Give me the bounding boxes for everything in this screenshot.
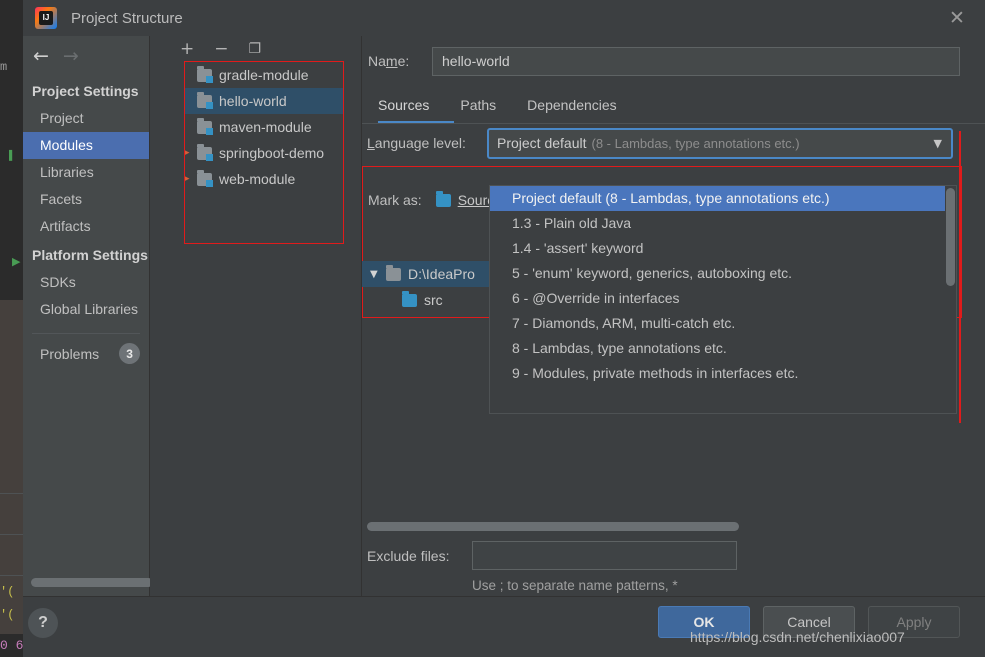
language-level-combobox[interactable]: Project default (8 - Lambdas, type annot… (487, 127, 953, 159)
run-arrow-icon: ▶ (12, 256, 21, 268)
language-level-value: Project default (497, 135, 587, 151)
settings-sidebar: ← → Project Settings Project Modules Lib… (23, 36, 153, 596)
dropdown-scrollbar-thumb[interactable] (946, 188, 955, 286)
sidebar-group-platform-settings: Platform Settings (32, 247, 148, 263)
content-root-folder-icon (386, 264, 401, 281)
sidebar-group-project-settings: Project Settings (32, 83, 139, 99)
exclude-files-row: Exclude files: (362, 541, 737, 570)
expand-triangle-icon: ▸ (185, 122, 197, 132)
modules-panel: + − ❐ ▸ gradle-module ▸ hello-world ▸ (150, 36, 362, 596)
remove-module-button[interactable]: − (214, 40, 228, 58)
sidebar-item-global-libraries[interactable]: Global Libraries (23, 296, 149, 323)
language-level-row: Language level: Project default (8 - Lam… (362, 124, 985, 162)
language-level-label: Language level: (367, 135, 466, 151)
name-input[interactable] (432, 46, 960, 76)
module-label: maven-module (219, 119, 312, 135)
sidebar-item-modules[interactable]: Modules (23, 132, 149, 159)
back-arrow-icon[interactable]: ← (33, 46, 49, 66)
expand-triangle-icon[interactable]: ▸ (185, 174, 197, 184)
sidebar-item-sdks[interactable]: SDKs (23, 269, 149, 296)
sidebar-item-artifacts[interactable]: Artifacts (23, 213, 149, 240)
dropdown-scrollbar-track[interactable] (945, 186, 956, 413)
sidebar-horizontal-scrollbar[interactable] (31, 578, 153, 587)
dropdown-option-1-4[interactable]: 1.4 - 'assert' keyword (490, 236, 956, 261)
watermark: https://blog.csdn.net/chenlixiao007 (690, 629, 905, 645)
sidebar-divider (32, 333, 140, 334)
bg-text-glyph: m (0, 60, 8, 74)
divider (0, 534, 23, 535)
exclude-hint-line-1: Use ; to separate name patterns, * (472, 578, 678, 593)
sidebar-item-label: Problems (40, 345, 100, 362)
tabs-divider (362, 123, 985, 124)
help-button[interactable]: ? (28, 608, 58, 638)
dialog-titlebar: IJ Project Structure ✕ (23, 0, 985, 36)
tab-sources[interactable]: Sources (378, 86, 429, 124)
chevron-down-icon[interactable]: ▼ (934, 137, 942, 150)
exclude-files-label: Exclude files: (367, 547, 450, 564)
expand-triangle-icon: ▸ (185, 70, 197, 80)
module-item-maven-module[interactable]: ▸ maven-module (185, 114, 343, 140)
sidebar-item-problems[interactable]: Problems 3 (23, 340, 149, 367)
sidebar-item-project[interactable]: Project (23, 105, 149, 132)
module-name-row: Name: (362, 36, 985, 86)
sources-folder-icon (435, 190, 451, 207)
expand-triangle-icon: ▸ (185, 96, 197, 106)
tab-dependencies[interactable]: Dependencies (527, 86, 617, 124)
module-label: hello-world (219, 93, 287, 109)
module-item-web-module[interactable]: ▸ web-module (185, 166, 343, 192)
intellij-logo-icon: IJ (35, 7, 57, 29)
dialog-footer: ? OK Cancel Apply (23, 596, 985, 657)
module-label: springboot-demo (219, 145, 325, 161)
language-level-dropdown: Project default (8 - Lambdas, type annot… (489, 185, 957, 414)
module-folder-icon (197, 117, 213, 135)
add-module-button[interactable]: + (180, 40, 194, 58)
module-item-springboot-demo[interactable]: ▸ springboot-demo (185, 140, 343, 166)
console-glyph: '( (0, 585, 15, 599)
name-label: Name: (368, 53, 410, 69)
module-folder-icon (197, 169, 213, 187)
module-label: gradle-module (219, 67, 309, 83)
tree-row-label: D:\IdeaPro (408, 266, 475, 282)
breakpoint-icon: ▌ (9, 150, 16, 160)
module-folder-icon (197, 143, 213, 161)
dialog-title: Project Structure (71, 9, 183, 27)
logo-text: IJ (42, 13, 50, 22)
dropdown-option-1-3[interactable]: 1.3 - Plain old Java (490, 211, 956, 236)
module-tabs: Sources Paths Dependencies (362, 86, 985, 124)
copy-module-button[interactable]: ❐ (249, 42, 262, 56)
sidebar-item-facets[interactable]: Facets (23, 186, 149, 213)
dropdown-option-5[interactable]: 5 - 'enum' keyword, generics, autoboxing… (490, 261, 956, 286)
modules-list: ▸ gradle-module ▸ hello-world ▸ maven-mo… (184, 61, 344, 244)
problems-count-badge: 3 (119, 343, 141, 364)
collapse-triangle-icon[interactable]: ▼ (370, 269, 386, 280)
tab-paths[interactable]: Paths (460, 86, 496, 124)
module-item-hello-world[interactable]: ▸ hello-world (185, 88, 343, 114)
dropdown-option-8[interactable]: 8 - Lambdas, type annotations etc. (490, 336, 956, 361)
dropdown-option-project-default[interactable]: Project default (8 - Lambdas, type annot… (490, 186, 956, 211)
module-folder-icon (197, 65, 213, 83)
divider (0, 575, 23, 576)
module-label: web-module (219, 171, 296, 187)
language-level-value-hint: (8 - Lambdas, type annotations etc.) (591, 135, 800, 151)
src-folder-icon (402, 290, 417, 307)
project-structure-dialog: IJ Project Structure ✕ ← → Project Setti… (23, 0, 985, 657)
tree-row-label: src (424, 292, 443, 308)
exclude-files-input[interactable] (472, 541, 737, 570)
editor-stripe (0, 300, 23, 634)
panel-horizontal-scrollbar[interactable] (367, 522, 739, 531)
close-icon[interactable]: ✕ (946, 7, 968, 29)
divider (0, 493, 23, 494)
nav-history-controls: ← → (23, 36, 149, 76)
dropdown-option-7[interactable]: 7 - Diamonds, ARM, multi-catch etc. (490, 311, 956, 336)
module-folder-icon (197, 91, 213, 109)
dropdown-option-6[interactable]: 6 - @Override in interfaces (490, 286, 956, 311)
module-item-gradle-module[interactable]: ▸ gradle-module (185, 62, 343, 88)
console-glyph: '( (0, 608, 15, 622)
modules-toolbar: + − ❐ (150, 36, 361, 62)
forward-arrow-icon[interactable]: → (63, 46, 79, 66)
dropdown-option-9[interactable]: 9 - Modules, private methods in interfac… (490, 361, 956, 386)
expand-triangle-icon[interactable]: ▸ (185, 148, 197, 158)
sidebar-item-libraries[interactable]: Libraries (23, 159, 149, 186)
highlight-outline (959, 131, 961, 423)
